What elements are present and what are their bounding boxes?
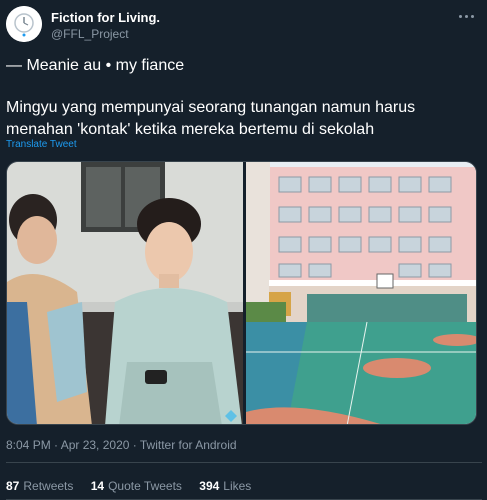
tweet-timestamp[interactable]: 8:04 PM · Apr 23, 2020 · Twitter for And… <box>6 438 237 452</box>
more-horizontal-icon[interactable] <box>457 8 477 24</box>
author-handle[interactable]: @FFL_Project <box>51 27 129 41</box>
retweets-count: 87 <box>6 479 20 493</box>
quote-tweets-label: Quote Tweets <box>108 479 182 493</box>
likes-stat[interactable]: 394 Likes <box>199 479 251 493</box>
translate-tweet-link[interactable]: Translate Tweet <box>6 139 77 150</box>
photo-couple[interactable] <box>7 162 243 425</box>
clock-logo-icon <box>6 6 42 42</box>
retweets-label: Retweets <box>23 479 74 493</box>
tweet-media[interactable] <box>6 161 477 425</box>
likes-label: Likes <box>223 479 252 493</box>
tweet-header: Fiction for Living. @FFL_Project <box>0 0 487 50</box>
author-name[interactable]: Fiction for Living. <box>51 10 160 25</box>
quote-tweets-stat[interactable]: 14 Quote Tweets <box>91 479 182 493</box>
divider <box>6 462 482 463</box>
photo-school-court[interactable] <box>246 162 477 425</box>
quote-tweets-count: 14 <box>90 479 105 493</box>
avatar[interactable] <box>6 6 42 42</box>
retweets-stat[interactable]: 87 Retweets <box>6 479 73 493</box>
likes-count: 394 <box>199 479 220 493</box>
tweet-stats: 87 Retweets 14 Quote Tweets 394 Likes <box>6 479 265 493</box>
tweet-body: Mingyu yang mempunyai seorang tunangan n… <box>6 99 416 138</box>
tweet-title-line: — Meanie au • my fiance <box>6 57 185 74</box>
